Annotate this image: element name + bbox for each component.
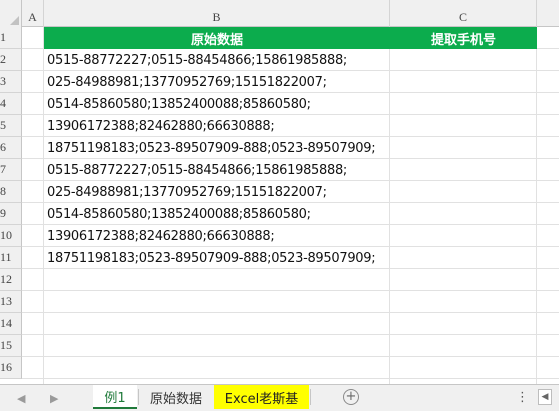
gridline-h [22, 356, 559, 357]
column-header-bar: A B C [0, 0, 559, 27]
row-header-2[interactable]: 2 [0, 49, 22, 71]
cell-b2[interactable]: 0515-88772227;0515-88454866;15861985888; [47, 49, 347, 71]
column-header-a[interactable]: A [22, 0, 44, 27]
row-header-3[interactable]: 3 [0, 71, 22, 93]
row-header-16[interactable]: 16 [0, 357, 22, 379]
tab-excel-laosiji[interactable]: Excel老斯基 [214, 385, 309, 409]
row-header-4[interactable]: 4 [0, 93, 22, 115]
gridline-h [22, 290, 559, 291]
row-header-8[interactable]: 8 [0, 181, 22, 203]
cell-c1-header[interactable]: 提取手机号 [390, 27, 537, 49]
prev-sheet-icon[interactable]: ◀ [17, 392, 25, 405]
cell-b5[interactable]: 13906172388;82462880;66630888; [47, 115, 275, 137]
cell-b7[interactable]: 0515-88772227;0515-88454866;15861985888; [47, 159, 347, 181]
more-options-icon[interactable]: ⋮ [516, 390, 529, 405]
gridline-h [22, 312, 559, 313]
tab-example-1[interactable]: 例1 [93, 385, 137, 409]
row-header-14[interactable]: 14 [0, 313, 22, 335]
tab-divider [138, 389, 139, 405]
select-all-corner[interactable] [0, 0, 22, 27]
tab-raw-data[interactable]: 原始数据 [140, 385, 212, 409]
next-sheet-icon[interactable]: ▶ [50, 392, 58, 405]
gridline-v [536, 27, 537, 384]
row-header-12[interactable]: 12 [0, 269, 22, 291]
row-header-9[interactable]: 9 [0, 203, 22, 225]
gridline-v [43, 27, 44, 384]
add-sheet-icon[interactable]: + [343, 389, 359, 405]
cell-b10[interactable]: 13906172388;82462880;66630888; [47, 225, 275, 247]
gridline-h [22, 378, 559, 379]
gridline-v [389, 27, 390, 384]
row-header-15[interactable]: 15 [0, 335, 22, 357]
row-header-5[interactable]: 5 [0, 115, 22, 137]
cell-b3[interactable]: 025-84988981;13770952769;15151822007; [47, 71, 327, 93]
gridline-h [22, 334, 559, 335]
cell-b8[interactable]: 025-84988981;13770952769;15151822007; [47, 181, 327, 203]
cell-b4[interactable]: 0514-85860580;13852400088;85860580; [47, 93, 311, 115]
row-header-10[interactable]: 10 [0, 225, 22, 247]
column-header-b[interactable]: B [44, 0, 390, 27]
row-header-11[interactable]: 11 [0, 247, 22, 269]
sheet-tab-bar: ◀ ▶ 例1 原始数据 Excel老斯基 + ⋮ ◀ [0, 384, 559, 411]
row-header-6[interactable]: 6 [0, 137, 22, 159]
scroll-left-icon[interactable]: ◀ [538, 389, 552, 405]
spreadsheet-grid[interactable]: A B C 1 2 3 4 5 6 7 8 9 10 11 12 13 14 1… [0, 0, 559, 384]
select-all-triangle-icon [10, 16, 19, 25]
row-header-1[interactable]: 1 [0, 27, 22, 49]
cell-b6[interactable]: 18751198183;0523-89507909-888;0523-89507… [47, 137, 376, 159]
tab-divider [310, 389, 311, 405]
column-header-c[interactable]: C [390, 0, 537, 27]
cell-b1-header[interactable]: 原始数据 [44, 27, 390, 49]
cell-b9[interactable]: 0514-85860580;13852400088;85860580; [47, 203, 311, 225]
cell-b11[interactable]: 18751198183;0523-89507909-888;0523-89507… [47, 247, 376, 269]
row-header-13[interactable]: 13 [0, 291, 22, 313]
row-header-7[interactable]: 7 [0, 159, 22, 181]
